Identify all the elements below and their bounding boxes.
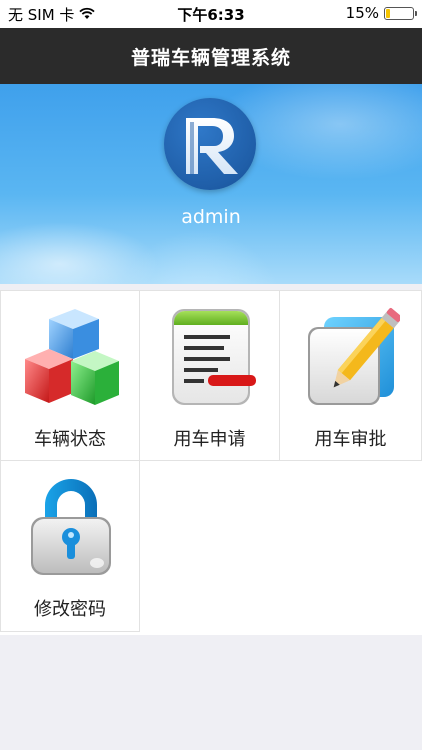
menu-label: 用车审批 (314, 429, 387, 450)
menu-item-vehicle-request[interactable]: 用车申请 (140, 290, 280, 461)
username: admin (181, 206, 241, 228)
status-right: 15% (345, 4, 417, 22)
r-logo-icon (164, 98, 256, 190)
menu-item-change-password[interactable]: 修改密码 (0, 461, 140, 632)
menu-grid: 车辆状态 用车申请 用车审批 修改密码 (0, 290, 422, 635)
battery-level (386, 8, 390, 18)
pencil-notebook-icon (300, 301, 402, 411)
status-bar: 无 SIM 卡 下午6:33 15% (0, 0, 422, 28)
menu-label: 修改密码 (34, 599, 106, 620)
battery-percent: 15% (345, 4, 379, 22)
menu-item-vehicle-status[interactable]: 车辆状态 (0, 290, 140, 461)
title-bar: 普瑞车辆管理系统 (0, 28, 422, 84)
battery-icon (384, 6, 417, 20)
padlock-icon (21, 471, 121, 581)
profile-banner: admin (0, 84, 422, 284)
menu-label: 车辆状态 (34, 429, 106, 450)
cubes-icon (21, 301, 121, 411)
menu-item-vehicle-approval[interactable]: 用车审批 (280, 290, 422, 461)
menu-label: 用车申请 (173, 429, 246, 450)
document-icon (160, 301, 260, 411)
page-title: 普瑞车辆管理系统 (130, 46, 291, 69)
